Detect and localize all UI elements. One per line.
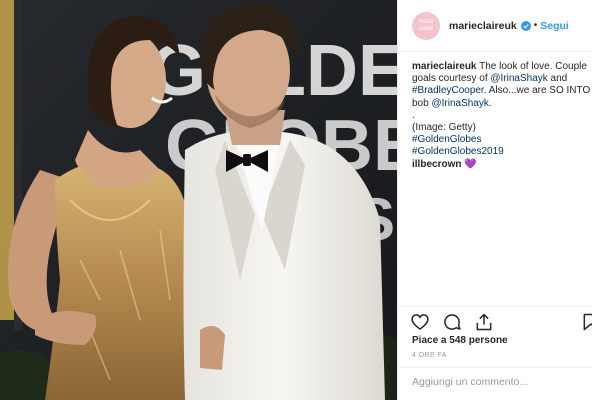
post-caption: marieclaireuk The look of love. Couple g… xyxy=(412,61,590,159)
post-image: GOLDEN GLOBE S xyxy=(0,0,397,400)
caption-text-1: The look of love. Couple xyxy=(476,61,587,72)
comment-username[interactable]: illbecrown xyxy=(412,159,461,170)
post-actions xyxy=(410,312,494,332)
verified-badge-icon xyxy=(520,20,531,31)
share-icon[interactable] xyxy=(474,312,494,332)
caption-line-1: marieclaireuk The look of love. Couple xyxy=(412,61,590,73)
post-photo[interactable]: GOLDEN GLOBE S xyxy=(0,0,397,400)
caption-text-6: . xyxy=(488,97,492,109)
caption-text-4: . Also...we are SO INTO th xyxy=(483,85,590,97)
post-sidebar: marie claire marieclaireuk • Segui marie… xyxy=(397,0,592,400)
mention-link[interactable]: @IrinaShayk xyxy=(431,98,488,109)
purple-heart-emoji: 💜 xyxy=(464,159,477,170)
avatar-text: marie claire xyxy=(418,18,434,32)
divider xyxy=(398,367,592,368)
hashtag-link[interactable]: #BradleyCooper xyxy=(412,85,484,96)
caption-line-2: goals courtesy of @IrinaShayk and xyxy=(412,73,590,85)
bookmark-button[interactable] xyxy=(581,312,592,332)
post-header: marie claire marieclaireuk • Segui xyxy=(398,0,592,52)
follow-button[interactable]: Segui xyxy=(540,20,569,32)
bookmark-icon xyxy=(583,313,592,331)
add-comment-input[interactable]: Aggiungi un commento... xyxy=(412,376,528,388)
caption-text-2: goals courtesy of xyxy=(412,73,491,85)
post-timestamp: 4 ORE FA xyxy=(412,352,447,359)
caption-text-3: and xyxy=(547,73,568,85)
comment: illbecrown 💜 xyxy=(412,159,477,170)
mention-link[interactable]: @IrinaShayk xyxy=(490,73,547,84)
likes-count[interactable]: Piace a 548 persone xyxy=(412,335,508,346)
caption-username[interactable]: marieclaireuk xyxy=(412,61,477,72)
caption-text-5: bob xyxy=(412,97,432,109)
caption-dot-line: . xyxy=(412,109,415,121)
caption-line-4: bob @IrinaShayk. xyxy=(412,98,590,110)
comment-icon[interactable] xyxy=(442,312,462,332)
header-username[interactable]: marieclaireuk xyxy=(449,20,517,32)
hashtag-link[interactable]: #GoldenGlobes xyxy=(412,134,590,146)
caption-line-3: #BradleyCooper. Also...we are SO INTO th xyxy=(412,85,590,97)
header-separator: • xyxy=(533,20,538,31)
divider xyxy=(398,306,592,307)
heart-icon[interactable] xyxy=(410,312,430,332)
avatar[interactable]: marie claire xyxy=(412,11,440,40)
caption-credit: (Image: Getty) xyxy=(412,122,476,134)
hashtag-link[interactable]: #GoldenGlobes2019 xyxy=(412,146,590,158)
